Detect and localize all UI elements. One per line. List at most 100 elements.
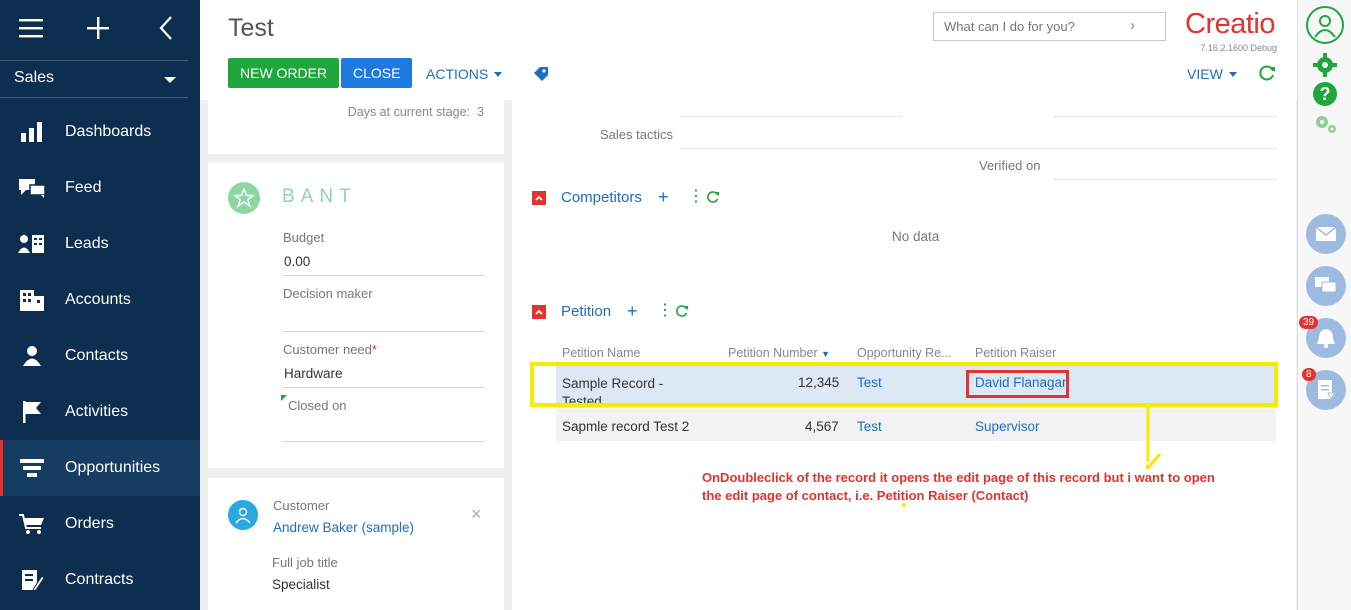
- closed-on-field[interactable]: [282, 441, 484, 442]
- detail-panel: Sales tactics Verified on Competitors + …: [512, 100, 1296, 610]
- sidebar-item-contracts[interactable]: Contracts: [0, 552, 200, 608]
- new-order-button[interactable]: NEW ORDER: [228, 58, 340, 88]
- add-icon[interactable]: +: [658, 188, 669, 206]
- email-button[interactable]: [1306, 214, 1346, 254]
- page-title: Test: [228, 14, 274, 42]
- no-data-text: No data: [892, 229, 940, 244]
- actions-menu[interactable]: ACTIONS: [426, 66, 503, 82]
- bant-title: BANT: [282, 186, 357, 207]
- green-corner-marker: [281, 395, 287, 401]
- customer-link[interactable]: Andrew Baker (sample): [273, 520, 414, 535]
- field-underline: [682, 116, 902, 117]
- notifications-count-badge: 39: [1299, 316, 1319, 329]
- customer-card: Customer Andrew Baker (sample) × Full jo…: [208, 478, 504, 610]
- sidebar-item-activities[interactable]: Activities: [0, 384, 200, 440]
- verified-on-field[interactable]: [1054, 179, 1276, 180]
- contact-avatar-icon: [228, 500, 258, 530]
- sidebar-item-label: Feed: [65, 179, 102, 196]
- refresh-icon[interactable]: [675, 304, 689, 323]
- contacts-icon: [17, 343, 47, 369]
- collapse-competitors-icon[interactable]: [532, 191, 546, 205]
- sidebar-item-opportunities[interactable]: Opportunities: [0, 440, 200, 496]
- sort-down-icon: ▼: [821, 349, 831, 359]
- chevron-down-icon: [494, 71, 503, 77]
- closed-on-label: Closed on: [288, 398, 347, 413]
- decision-maker-field[interactable]: [282, 331, 484, 332]
- add-icon[interactable]: +: [627, 302, 638, 320]
- sidebar-item-contacts[interactable]: Contacts: [0, 328, 200, 384]
- settings-gears-icon[interactable]: [1314, 113, 1338, 140]
- petition-raiser-link[interactable]: Supervisor: [975, 419, 1040, 434]
- leads-icon: [17, 231, 47, 257]
- sidebar-item-leads[interactable]: Leads: [0, 216, 200, 272]
- bant-card: BANT Budget 0.00 Decision maker Customer…: [208, 162, 504, 468]
- sidebar-topbar: [0, 0, 200, 56]
- view-menu[interactable]: VIEW: [1187, 66, 1237, 82]
- system-designer-gear-icon[interactable]: [1312, 52, 1338, 83]
- sidebar-item-label: Opportunities: [65, 459, 161, 476]
- customer-need-underline: [282, 387, 484, 388]
- bant-icon: [228, 182, 260, 214]
- command-search[interactable]: ›: [933, 12, 1166, 41]
- sidebar-item-orders[interactable]: Orders: [0, 496, 200, 552]
- budget-underline: [282, 275, 484, 276]
- days-at-stage-label: Days at current stage:: [347, 105, 470, 119]
- email-icon: [1315, 226, 1337, 241]
- sidebar-item-label: Contracts: [65, 571, 134, 588]
- competitors-title[interactable]: Competitors: [561, 189, 642, 206]
- column-header-petition-raiser[interactable]: Petition Raiser: [975, 346, 1056, 360]
- chevron-right-icon[interactable]: ›: [1130, 17, 1135, 34]
- refresh-icon[interactable]: [706, 190, 720, 209]
- column-header-opportunity[interactable]: Opportunity Re...: [857, 346, 952, 360]
- customer-need-value[interactable]: Hardware: [284, 366, 343, 381]
- more-options-icon[interactable]: ⋮: [688, 188, 704, 206]
- workplace-selector[interactable]: Sales: [0, 60, 188, 98]
- petition-number-cell: 4,567: [805, 419, 839, 434]
- add-icon[interactable]: [68, 0, 128, 56]
- sidebar-nav: Dashboards Feed Leads Accounts Contacts: [0, 104, 200, 608]
- column-header-petition-name[interactable]: Petition Name: [562, 346, 641, 360]
- stage-card: Days at current stage: 3: [208, 100, 504, 154]
- sidebar: Sales Dashboards Feed Leads Accounts Con…: [0, 0, 200, 610]
- verified-on-label: Verified on: [979, 158, 1041, 173]
- job-title-value[interactable]: Specialist: [272, 577, 330, 592]
- search-input[interactable]: [944, 19, 1124, 34]
- funnel-icon: [17, 455, 47, 481]
- chat-icon: [1315, 277, 1337, 293]
- sidebar-item-dashboards[interactable]: Dashboards: [0, 104, 200, 160]
- chat-button[interactable]: [1306, 266, 1346, 306]
- sidebar-item-feed[interactable]: Feed: [0, 160, 200, 216]
- opportunity-link[interactable]: Test: [857, 419, 882, 434]
- view-label: VIEW: [1187, 66, 1223, 82]
- sidebar-item-label: Activities: [65, 403, 129, 420]
- sidebar-item-label: Leads: [65, 235, 109, 252]
- yellow-dot: [902, 503, 906, 507]
- collapse-petition-icon[interactable]: [532, 305, 546, 319]
- user-profile-icon[interactable]: [1306, 6, 1344, 44]
- tag-icon[interactable]: [533, 66, 549, 87]
- column-header-petition-number[interactable]: Petition Number ▼: [728, 346, 830, 360]
- sales-tactics-field[interactable]: [682, 148, 1276, 149]
- collapse-sidebar-icon[interactable]: [136, 0, 196, 56]
- decision-maker-label: Decision maker: [283, 286, 373, 301]
- cart-icon: [17, 511, 47, 537]
- tasks-count-badge: 8: [1302, 368, 1316, 381]
- more-options-icon[interactable]: ⋮: [657, 302, 673, 320]
- help-icon[interactable]: ?: [1313, 82, 1337, 106]
- arrow-down-annotation: [1136, 404, 1180, 479]
- menu-icon[interactable]: [2, 0, 62, 56]
- job-title-label: Full job title: [272, 555, 338, 570]
- close-icon[interactable]: ×: [471, 504, 482, 525]
- right-communication-panel: ? 39 8: [1297, 0, 1351, 610]
- close-button[interactable]: CLOSE: [341, 58, 413, 88]
- chevron-down-icon: [164, 77, 176, 83]
- budget-value[interactable]: 0.00: [284, 254, 310, 269]
- sidebar-item-label: Dashboards: [65, 123, 152, 140]
- annotation-text: OnDoubleclick of the record it opens the…: [702, 470, 1215, 503]
- sidebar-item-accounts[interactable]: Accounts: [0, 272, 200, 328]
- yellow-highlight-box: [530, 362, 1278, 407]
- petition-title[interactable]: Petition: [561, 303, 611, 320]
- budget-label: Budget: [283, 230, 325, 245]
- refresh-icon[interactable]: [1258, 64, 1276, 87]
- red-highlight-box: [966, 370, 1069, 398]
